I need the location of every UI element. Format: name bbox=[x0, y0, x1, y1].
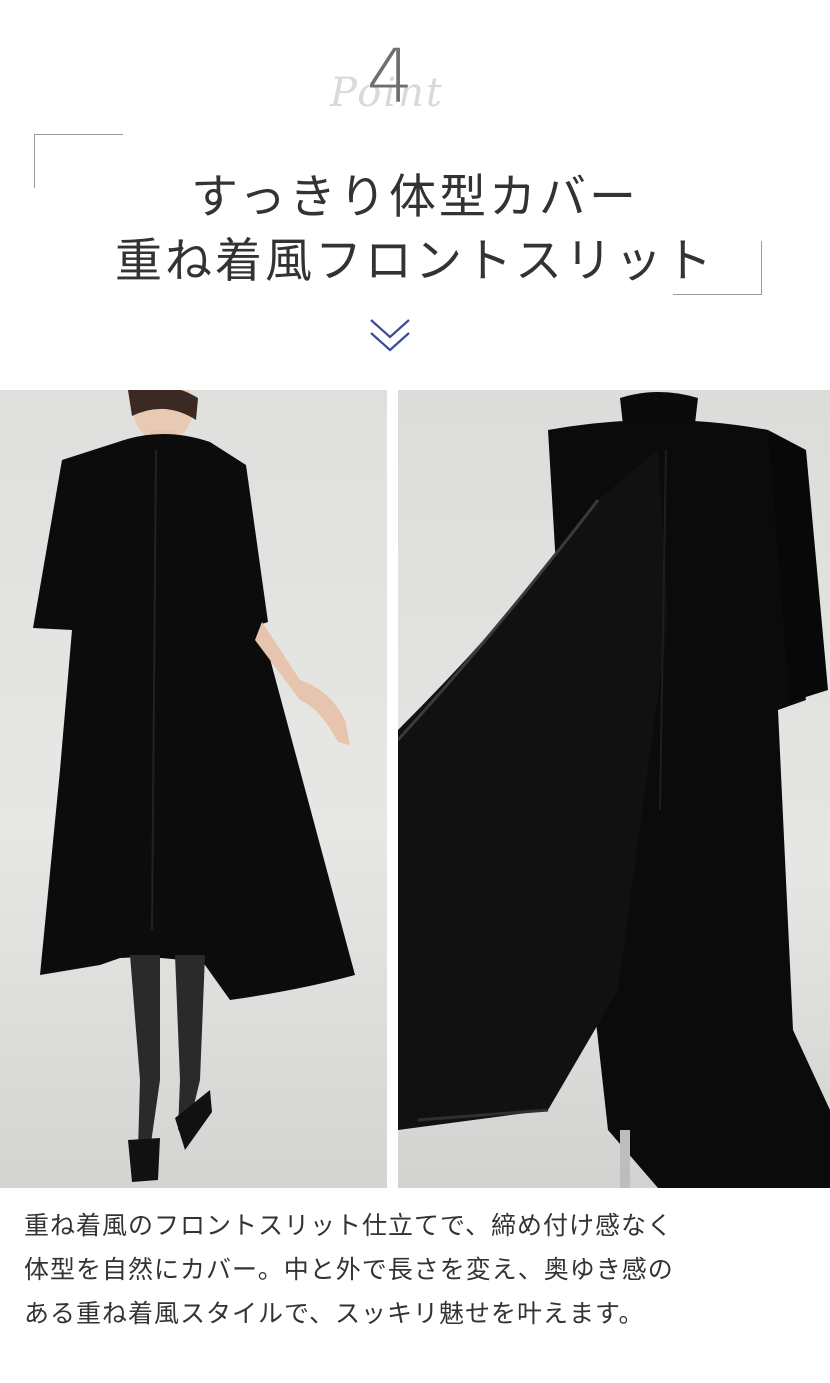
point-heading: Point 4 bbox=[0, 40, 830, 120]
corner-bracket-bottom-right bbox=[673, 241, 762, 295]
model-wearing-dress-photo bbox=[0, 390, 387, 1188]
description-text: 重ね着風のフロントスリット仕立てで、締め付け感なく 体型を自然にカバー。中と外で… bbox=[24, 1204, 814, 1336]
point-number: 4 bbox=[366, 34, 414, 120]
model-illustration bbox=[33, 390, 355, 1182]
title-line-1: すっきり体型カバー bbox=[190, 170, 640, 225]
double-chevron-down-icon bbox=[370, 319, 410, 352]
dress-on-mannequin-open-slit-photo bbox=[398, 390, 830, 1188]
description-line-3: ある重ね着風スタイルで、スッキリ魅せを叶えます。 bbox=[24, 1299, 645, 1328]
mannequin-dress-illustration bbox=[398, 392, 830, 1188]
description-line-1: 重ね着風のフロントスリット仕立てで、締め付け感なく bbox=[24, 1211, 674, 1240]
description-line-2: 体型を自然にカバー。中と外で長さを変え、奥ゆき感の bbox=[24, 1255, 674, 1284]
